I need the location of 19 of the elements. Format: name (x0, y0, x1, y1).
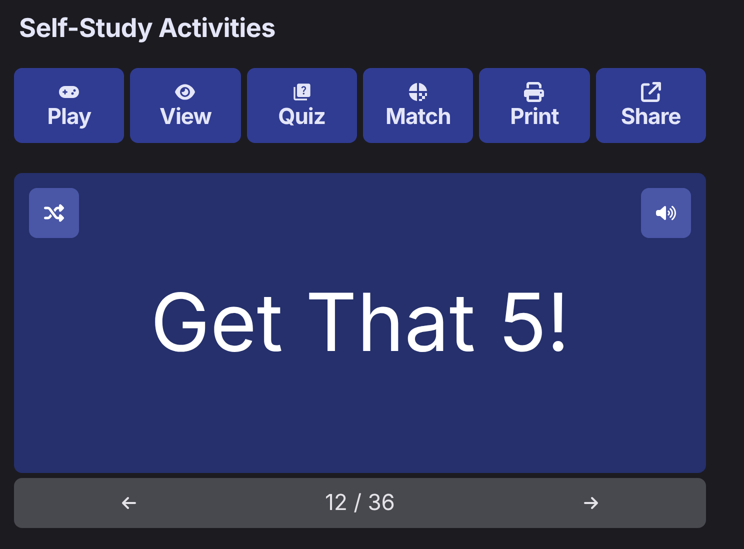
activity-button[interactable]: Share (596, 68, 706, 143)
right-arrow-icon (583, 495, 599, 511)
activity-button[interactable]: Match (362, 68, 474, 143)
card-counter: 12 / 36 (325, 488, 395, 518)
audio-button[interactable] (641, 188, 691, 238)
card-text: Get That 5! (150, 278, 570, 368)
page-title: Self-Study Activities (19, 12, 276, 46)
eye-icon (175, 82, 196, 102)
activity-button[interactable]: Play (14, 68, 124, 143)
speaker-icon (656, 203, 676, 223)
printer-icon (524, 82, 544, 102)
share-icon (640, 82, 661, 102)
question-cards-icon (292, 82, 312, 102)
activity-button[interactable]: Quiz (246, 68, 357, 143)
activity-button[interactable]: View (130, 68, 241, 143)
shuffle-button[interactable] (29, 188, 79, 238)
left-arrow-icon (121, 495, 137, 511)
shuffle-icon (44, 203, 64, 223)
activity-button[interactable]: Print (479, 68, 590, 143)
